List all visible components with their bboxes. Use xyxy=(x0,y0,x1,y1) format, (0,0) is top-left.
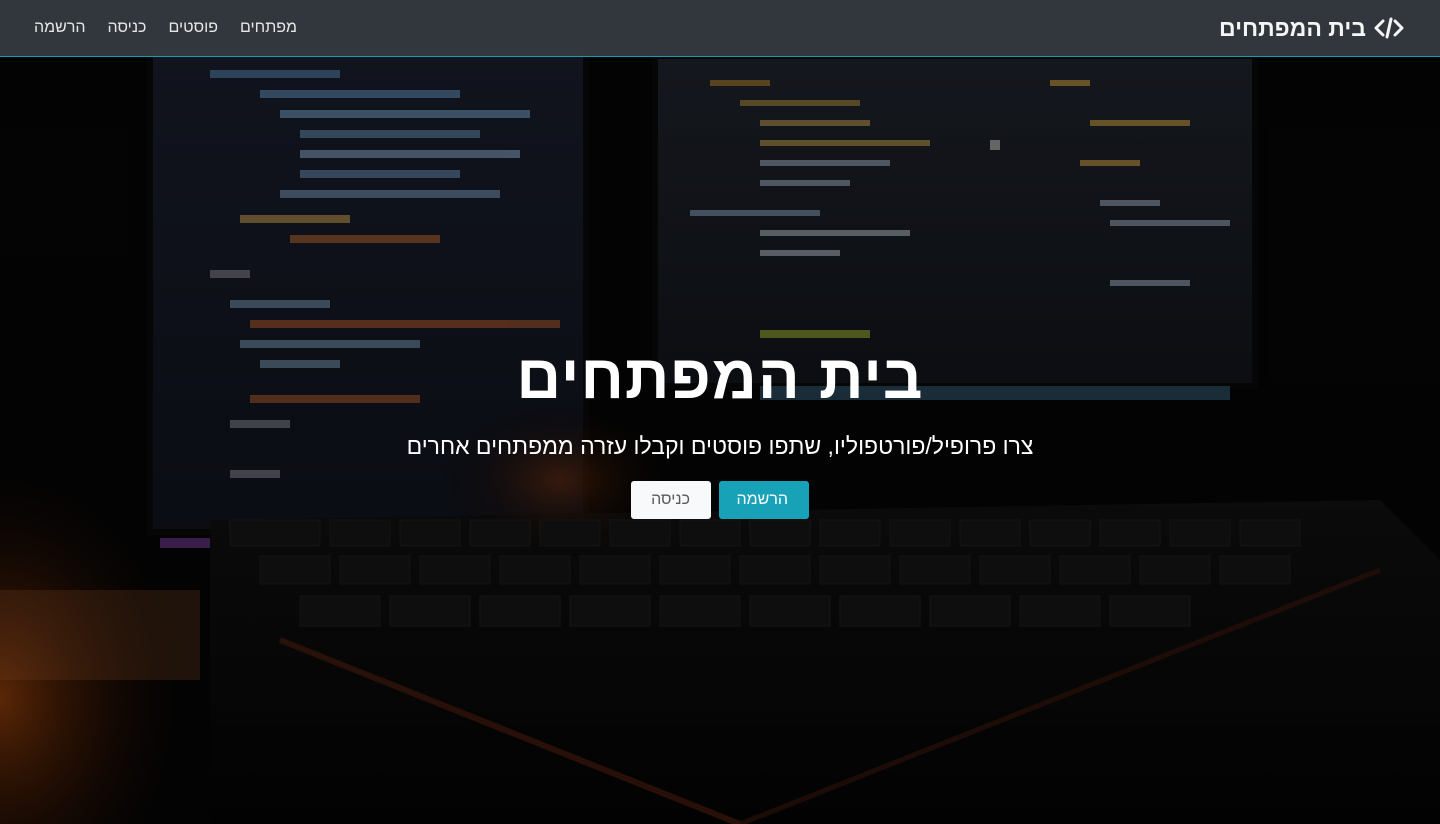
nav-item-developers: מפתחים xyxy=(240,19,297,37)
nav-link-login[interactable]: כניסה xyxy=(108,19,147,36)
register-button[interactable]: הרשמה xyxy=(719,481,809,519)
nav-item-posts: פוסטים xyxy=(168,19,218,37)
landing-hero: בית המפתחים צרו פרופיל/פורטפוליו, שתפו פ… xyxy=(0,0,1440,824)
hero-content: בית המפתחים צרו פרופיל/פורטפוליו, שתפו פ… xyxy=(0,336,1440,519)
nav-link-developers[interactable]: מפתחים xyxy=(240,19,297,36)
hero-buttons: הרשמה כניסה xyxy=(0,481,1440,519)
login-button[interactable]: כניסה xyxy=(631,481,711,519)
navbar: בית המפתחים מפתחים פוסטים כניסה הרשמה xyxy=(0,0,1440,57)
hero-title: בית המפתחים xyxy=(516,343,924,412)
nav-item-register: הרשמה xyxy=(34,19,86,37)
nav-link-posts[interactable]: פוסטים xyxy=(168,19,218,36)
nav-links: מפתחים פוסטים כניסה הרשמה xyxy=(34,19,297,37)
code-icon xyxy=(1374,17,1404,39)
brand-link[interactable]: בית המפתחים xyxy=(1219,15,1404,42)
brand-text: בית המפתחים xyxy=(1219,14,1366,41)
nav-link-register[interactable]: הרשמה xyxy=(34,19,86,36)
nav-item-login: כניסה xyxy=(108,19,147,37)
hero-lead-text: צרו פרופיל/פורטפוליו, שתפו פוסטים וקבלו … xyxy=(406,433,1034,459)
